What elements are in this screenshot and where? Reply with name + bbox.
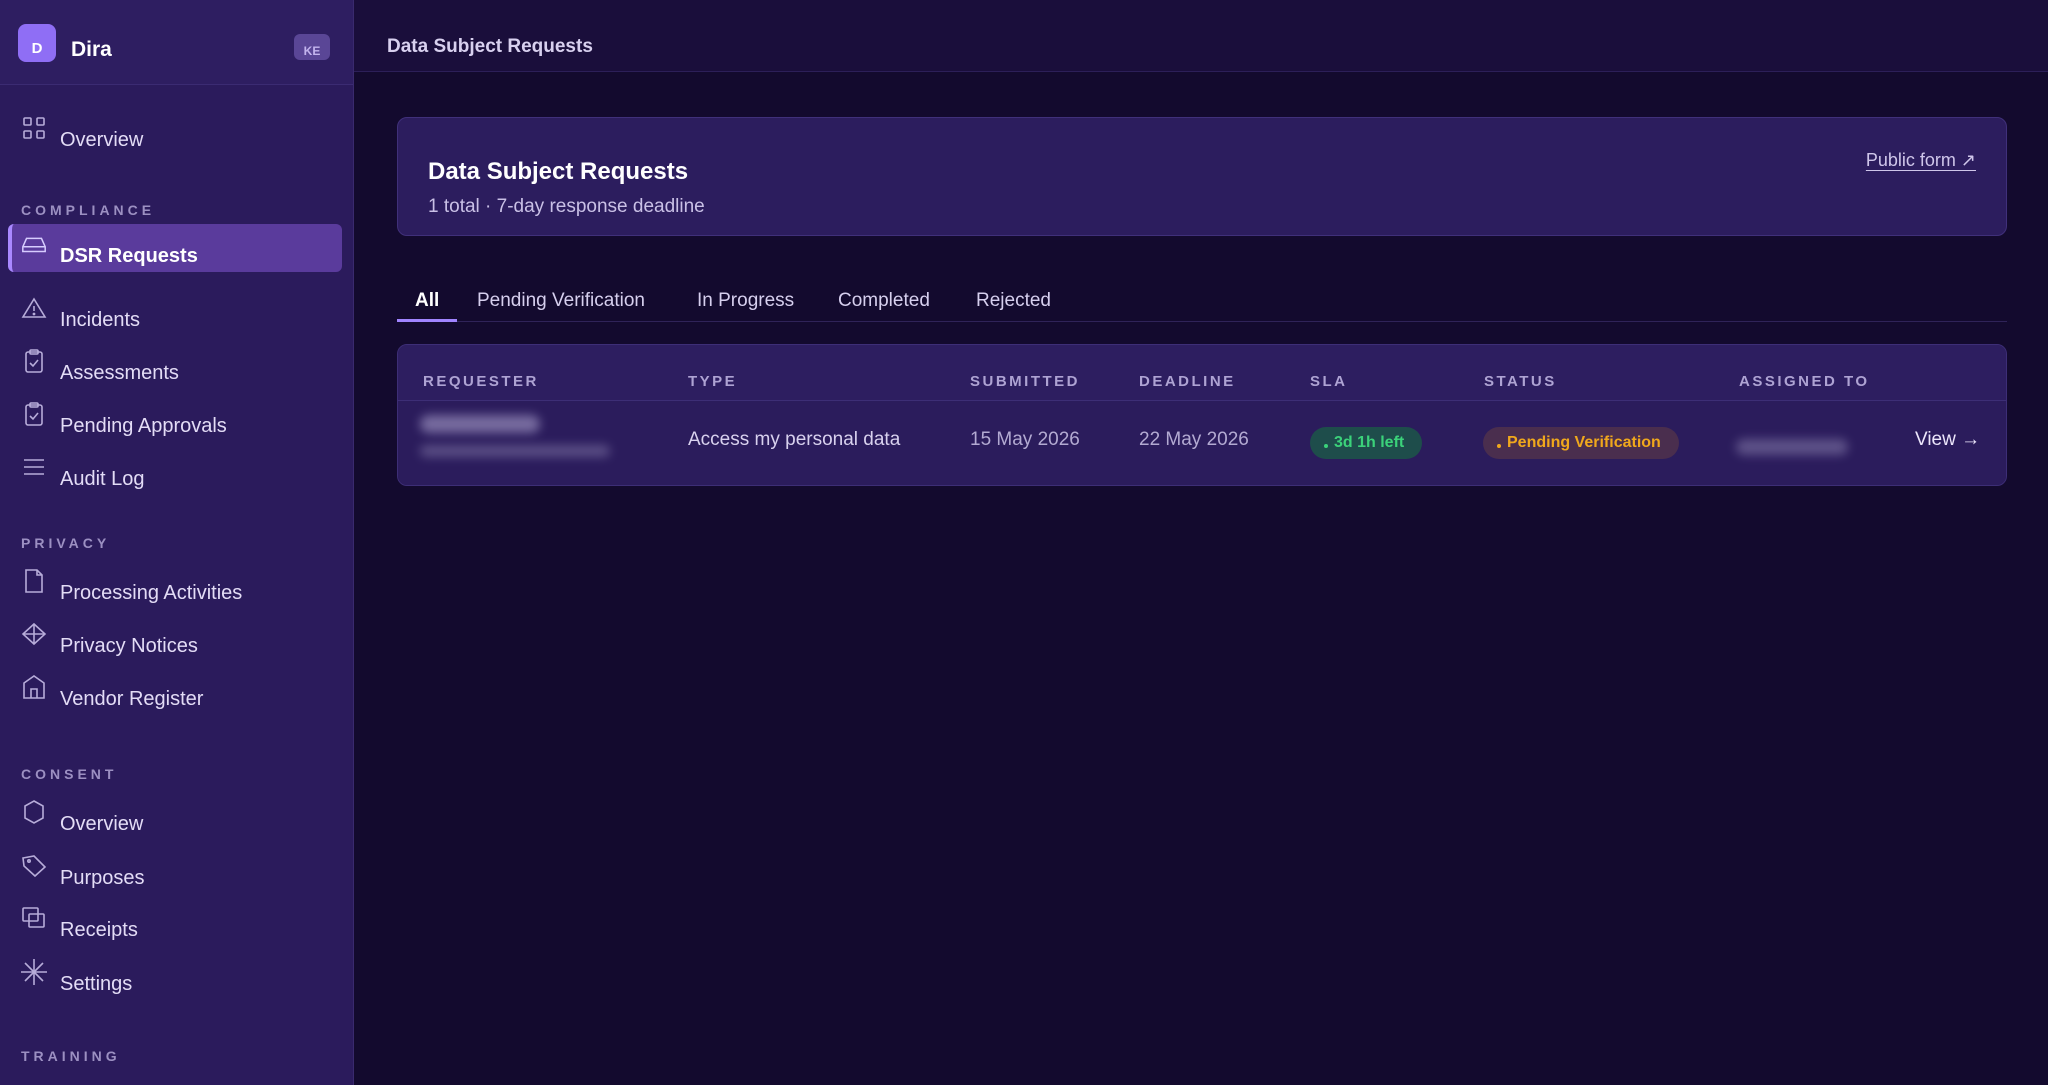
section-label-training: TRAINING (21, 1048, 121, 1064)
sidebar-item-audit-log[interactable]: Audit Log (8, 447, 342, 495)
section-label-privacy: PRIVACY (21, 535, 111, 551)
warning-icon (20, 294, 48, 322)
public-form-link[interactable]: Public form ↗ (1866, 150, 1976, 171)
requester-name-redacted (420, 415, 540, 433)
tab-rejected[interactable]: Rejected (976, 290, 1051, 322)
sidebar-item-label: Overview (60, 129, 144, 151)
column-header-deadline: DEADLINE (1139, 373, 1236, 390)
sidebar-item-label: Settings (60, 973, 133, 995)
building-icon (20, 673, 48, 701)
sidebar-item-consent-overview[interactable]: Overview (8, 792, 342, 840)
tab-in-progress[interactable]: In Progress (697, 290, 794, 322)
request-type: Access my personal data (688, 429, 901, 450)
diamond-icon (20, 620, 48, 648)
sidebar-item-vendor-register[interactable]: Vendor Register (8, 667, 342, 715)
sidebar-item-privacy-notices[interactable]: Privacy Notices (8, 614, 342, 662)
sidebar-item-settings[interactable]: Settings (8, 952, 342, 1000)
table-row[interactable]: Access my personal data 15 May 2026 22 M… (398, 401, 2006, 485)
brand-header: D Dira KE (0, 0, 353, 85)
sidebar-item-label: Overview (60, 813, 144, 835)
column-header-status: STATUS (1484, 373, 1557, 390)
sidebar-item-purposes[interactable]: Purposes (8, 846, 342, 894)
sidebar-item-label: DSR Requests (60, 245, 198, 267)
status-tabs: All Pending Verification In Progress Com… (397, 282, 2007, 322)
section-label-consent: CONSENT (21, 766, 118, 782)
brand-name[interactable]: Dira (71, 38, 112, 62)
copy-icon (20, 904, 48, 932)
sla-dot (1324, 444, 1328, 448)
sidebar-item-dsr-requests[interactable]: DSR Requests (8, 224, 342, 272)
tab-all[interactable]: All (397, 290, 458, 322)
clipboard-check-icon (20, 400, 48, 428)
sidebar-item-label: Processing Activities (60, 582, 243, 604)
sidebar-item-label: Receipts (60, 919, 138, 941)
sidebar-item-label: Assessments (60, 362, 179, 384)
page-header-card: Data Subject Requests 1 total · 7-day re… (397, 117, 2007, 236)
assignee-redacted (1736, 439, 1848, 455)
sidebar-item-pending-approvals[interactable]: Pending Approvals (8, 394, 342, 442)
asterisk-icon (20, 958, 48, 986)
sla-badge: 3d 1h left (1310, 427, 1423, 459)
status-badge: Pending Verification (1483, 427, 1679, 459)
sidebar-item-receipts[interactable]: Receipts (8, 898, 342, 946)
brand-logo[interactable]: D (18, 24, 56, 62)
view-request-link[interactable]: View → (1915, 429, 1980, 451)
sidebar-item-label: Audit Log (60, 468, 145, 490)
table-header: REQUESTER TYPE SUBMITTED DEADLINE SLA ST… (398, 345, 2006, 401)
page-subtitle: 1 total · 7-day response deadline (428, 196, 705, 217)
column-header-assigned-to: ASSIGNED TO (1739, 373, 1870, 390)
inbox-icon (20, 230, 48, 258)
list-icon (20, 453, 48, 481)
topbar: Data Subject Requests (354, 0, 2048, 72)
requests-table: REQUESTER TYPE SUBMITTED DEADLINE SLA ST… (397, 344, 2007, 486)
sidebar: D Dira KE Overview COMPLIANCE DSR Reques… (0, 0, 354, 1085)
column-header-requester: REQUESTER (423, 373, 539, 390)
page-breadcrumb: Data Subject Requests (387, 36, 593, 57)
sidebar-item-overview[interactable]: Overview (8, 108, 342, 156)
request-deadline: 22 May 2026 (1139, 429, 1249, 450)
sidebar-item-label: Vendor Register (60, 688, 204, 710)
user-badge[interactable]: KE (294, 34, 330, 60)
sidebar-item-label: Pending Approvals (60, 415, 227, 437)
sidebar-item-processing-activities[interactable]: Processing Activities (8, 561, 342, 609)
column-header-sla: SLA (1310, 373, 1348, 390)
section-label-compliance: COMPLIANCE (21, 202, 156, 218)
sidebar-item-assessments[interactable]: Assessments (8, 341, 342, 389)
status-text: Pending Verification (1507, 434, 1661, 451)
app-root: D Dira KE Overview COMPLIANCE DSR Reques… (0, 0, 2048, 1085)
hexagon-icon (20, 798, 48, 826)
tab-pending-verification[interactable]: Pending Verification (477, 290, 645, 322)
clipboard-check-icon (20, 347, 48, 375)
status-dot (1497, 444, 1501, 448)
sidebar-item-label: Privacy Notices (60, 635, 198, 657)
page-title: Data Subject Requests (428, 158, 689, 185)
sidebar-item-incidents[interactable]: Incidents (8, 288, 342, 336)
file-icon (20, 567, 48, 595)
sidebar-item-label: Purposes (60, 867, 145, 889)
request-submitted: 15 May 2026 (970, 429, 1080, 450)
column-header-type: TYPE (688, 373, 738, 390)
sla-text: 3d 1h left (1334, 434, 1405, 451)
sidebar-item-label: Incidents (60, 309, 141, 331)
requester-email-redacted (420, 445, 610, 457)
grid-icon (20, 114, 48, 142)
column-header-submitted: SUBMITTED (970, 373, 1080, 390)
tab-completed[interactable]: Completed (838, 290, 930, 322)
tag-icon (20, 852, 48, 880)
